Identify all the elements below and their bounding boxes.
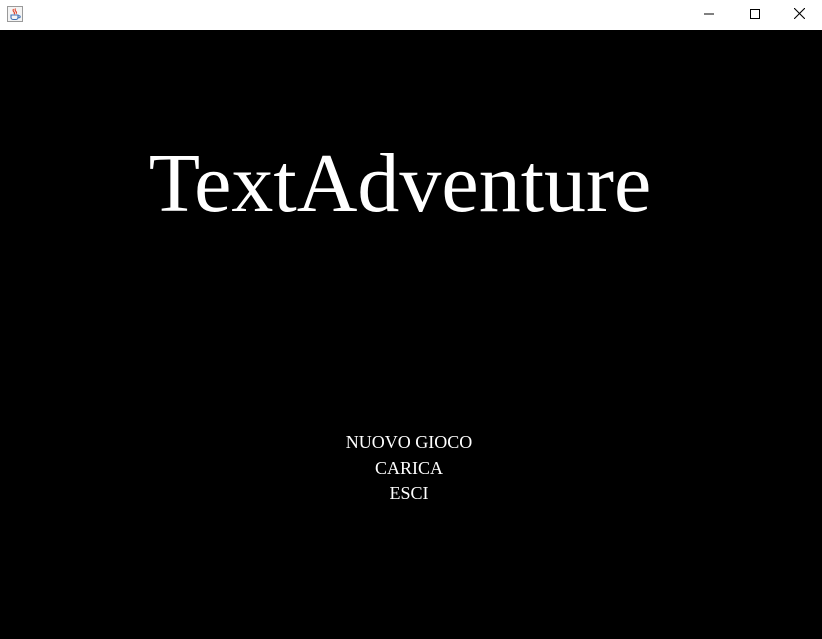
java-coffee-cup-icon[interactable] bbox=[7, 6, 23, 22]
game-title: TextAdventure bbox=[148, 137, 652, 230]
maximize-button[interactable] bbox=[732, 0, 778, 30]
close-button[interactable] bbox=[776, 0, 822, 30]
load-menu-item[interactable]: CARICA bbox=[375, 456, 443, 482]
maximize-icon bbox=[750, 6, 760, 24]
app-window: TextAdventure NUOVO GIOCO CARICA ESCI bbox=[0, 0, 822, 639]
close-icon bbox=[793, 6, 805, 24]
minimize-icon bbox=[704, 6, 714, 24]
title-bar[interactable] bbox=[0, 0, 822, 30]
game-canvas: TextAdventure NUOVO GIOCO CARICA ESCI bbox=[0, 30, 822, 639]
exit-menu-item[interactable]: ESCI bbox=[389, 481, 428, 507]
new-game-menu-item[interactable]: NUOVO GIOCO bbox=[346, 430, 473, 456]
minimize-button[interactable] bbox=[686, 0, 732, 30]
main-menu: NUOVO GIOCO CARICA ESCI bbox=[0, 430, 818, 507]
